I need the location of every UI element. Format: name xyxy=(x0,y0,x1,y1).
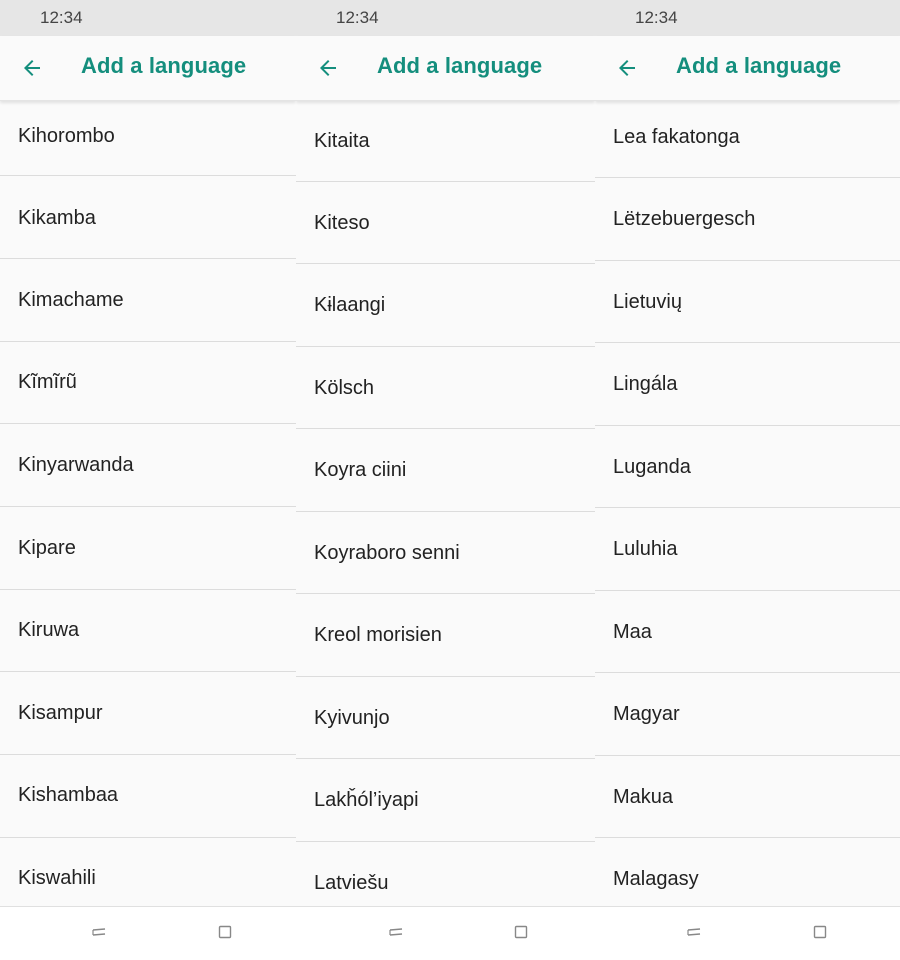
language-list[interactable]: Lea fakatonga Lëtzebuergesch Lietuvių Li… xyxy=(595,100,900,906)
language-list[interactable]: Kihorombo Kikamba Kimachame Kĩmĩrũ Kinya… xyxy=(0,100,296,906)
list-item[interactable]: Kyivunjo xyxy=(296,677,595,759)
language-name: Kinyarwanda xyxy=(18,454,134,476)
recents-icon[interactable] xyxy=(92,925,106,939)
list-item[interactable]: Kiteso xyxy=(296,182,595,264)
language-name: Kɨlaangi xyxy=(314,294,386,316)
status-bar: 12:34 xyxy=(0,0,296,36)
language-name: Koyraboro senni xyxy=(314,542,460,564)
list-item[interactable]: Makua xyxy=(595,756,900,838)
arrow-left-icon[interactable] xyxy=(615,56,639,80)
list-item[interactable]: Lakȟól’iyapi xyxy=(296,759,595,842)
recents-icon[interactable] xyxy=(389,925,403,939)
screen-panel-3: 12:34 Add a language Lea fakatonga Lëtze… xyxy=(595,0,900,960)
screen-panel-1: 12:34 Add a language Kihorombo Kikamba K… xyxy=(0,0,296,960)
language-name: Lëtzebuergesch xyxy=(613,208,756,230)
list-item[interactable]: Kĩmĩrũ xyxy=(0,342,296,424)
list-item[interactable]: Lëtzebuergesch xyxy=(595,178,900,261)
status-time: 12:34 xyxy=(336,8,379,27)
language-name: Latviešu xyxy=(314,872,389,894)
language-name: Lakȟól’iyapi xyxy=(314,789,419,811)
list-item[interactable]: Koyraboro senni xyxy=(296,512,595,594)
list-item[interactable]: Kiswahili xyxy=(0,838,296,906)
list-item[interactable]: Kihorombo xyxy=(0,100,296,176)
language-name: Luluhia xyxy=(613,538,678,560)
language-list[interactable]: Kitaita Kiteso Kɨlaangi Kölsch Koyra cii… xyxy=(296,100,595,906)
page-title: Add a language xyxy=(81,53,247,78)
language-name: Luganda xyxy=(613,456,691,478)
language-name: Maa xyxy=(613,621,652,643)
language-name: Kĩmĩrũ xyxy=(18,371,77,393)
status-bar: 12:34 xyxy=(296,0,595,36)
language-name: Kitaita xyxy=(314,130,370,152)
list-item[interactable]: Kisampur xyxy=(0,672,296,755)
square-icon[interactable] xyxy=(813,925,827,939)
language-name: Lingála xyxy=(613,373,678,395)
app-bar: Add a language xyxy=(296,36,595,101)
list-item[interactable]: Kiruwa xyxy=(0,590,296,672)
language-name: Kimachame xyxy=(18,289,124,311)
language-name: Kreol morisien xyxy=(314,624,442,646)
list-item[interactable]: Kreol morisien xyxy=(296,594,595,677)
list-item[interactable]: Lea fakatonga xyxy=(595,100,900,178)
list-item[interactable]: Latviešu xyxy=(296,842,595,906)
language-name: Magyar xyxy=(613,703,680,725)
list-item[interactable]: Lingála xyxy=(595,343,900,426)
list-item[interactable]: Kikamba xyxy=(0,176,296,259)
language-name: Malagasy xyxy=(613,868,699,890)
language-name: Lietuvių xyxy=(613,291,682,313)
status-time: 12:34 xyxy=(635,8,678,27)
square-icon[interactable] xyxy=(514,925,528,939)
navigation-bar xyxy=(595,906,900,960)
list-item[interactable]: Lietuvių xyxy=(595,261,900,343)
list-item[interactable]: Kishambaa xyxy=(0,755,296,838)
list-item[interactable]: Kɨlaangi xyxy=(296,264,595,347)
arrow-left-icon[interactable] xyxy=(20,56,44,80)
language-name: Kölsch xyxy=(314,377,375,399)
language-name: Kyivunjo xyxy=(314,707,390,729)
list-item[interactable]: Magyar xyxy=(595,673,900,756)
language-name: Kishambaa xyxy=(18,784,119,806)
language-name: Kiruwa xyxy=(18,619,80,641)
square-icon[interactable] xyxy=(218,925,232,939)
language-name: Kiswahili xyxy=(18,867,96,889)
language-name: Lea fakatonga xyxy=(613,126,740,148)
list-item[interactable]: Kipare xyxy=(0,507,296,590)
list-item[interactable]: Kimachame xyxy=(0,259,296,342)
recents-icon[interactable] xyxy=(687,925,701,939)
language-name: Kikamba xyxy=(18,207,96,229)
list-item[interactable]: Kinyarwanda xyxy=(0,424,296,507)
list-item[interactable]: Kölsch xyxy=(296,347,595,429)
language-name: Kiteso xyxy=(314,212,370,234)
list-item[interactable]: Luganda xyxy=(595,426,900,508)
page-title: Add a language xyxy=(676,53,842,78)
app-bar: Add a language xyxy=(595,36,900,101)
list-item[interactable]: Maa xyxy=(595,591,900,673)
language-name: Kisampur xyxy=(18,702,103,724)
page-title: Add a language xyxy=(377,53,543,78)
list-item[interactable]: Malagasy xyxy=(595,838,900,906)
list-item[interactable]: Koyra ciini xyxy=(296,429,595,512)
language-name: Makua xyxy=(613,786,674,808)
language-name: Koyra ciini xyxy=(314,459,407,481)
arrow-left-icon[interactable] xyxy=(316,56,340,80)
list-item[interactable]: Luluhia xyxy=(595,508,900,591)
language-name: Kihorombo xyxy=(18,125,115,147)
app-bar: Add a language xyxy=(0,36,296,101)
status-time: 12:34 xyxy=(40,8,83,27)
screen-panel-2: 12:34 Add a language Kitaita Kiteso Kɨla… xyxy=(296,0,595,960)
navigation-bar xyxy=(296,906,595,960)
status-bar: 12:34 xyxy=(595,0,900,36)
navigation-bar xyxy=(0,906,296,960)
language-name: Kipare xyxy=(18,537,76,559)
list-item[interactable]: Kitaita xyxy=(296,100,595,182)
